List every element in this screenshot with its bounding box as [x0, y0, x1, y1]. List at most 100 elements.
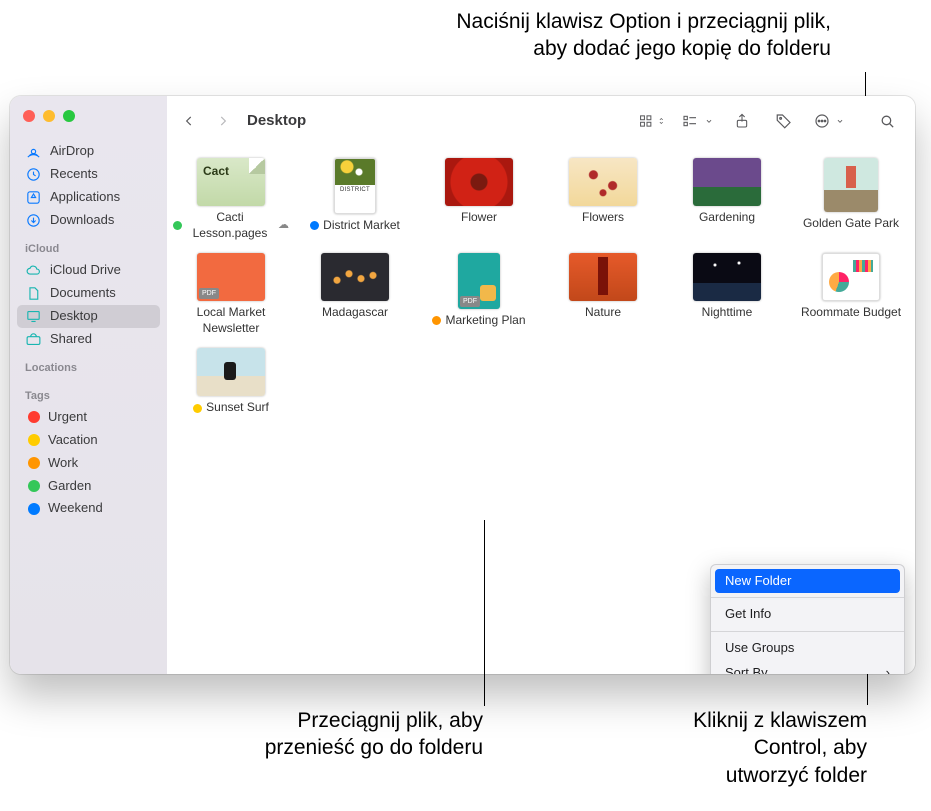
window-title: Desktop: [247, 111, 306, 131]
sidebar-tag-urgent[interactable]: Urgent: [10, 406, 167, 429]
file-name: District Market: [310, 218, 400, 234]
file-thumbnail: [822, 253, 880, 301]
tag-dot-icon: [28, 411, 40, 423]
file-item[interactable]: Flowers: [543, 156, 663, 243]
file-item[interactable]: Gardening: [667, 156, 787, 243]
file-item[interactable]: Nighttime: [667, 251, 787, 338]
file-name: Nighttime: [702, 305, 753, 321]
tag-dot-icon: [28, 434, 40, 446]
sidebar-tag-work[interactable]: Work: [10, 452, 167, 475]
file-name: Roommate Budget: [801, 305, 901, 321]
file-item[interactable]: PDFMarketing Plan: [419, 251, 539, 338]
back-button[interactable]: [175, 108, 203, 134]
sidebar-item-label: Documents: [50, 285, 116, 302]
zoom-button[interactable]: [63, 110, 75, 122]
forward-button[interactable]: [209, 108, 237, 134]
menu-get-info[interactable]: Get Info: [711, 602, 904, 627]
sidebar-item-airdrop[interactable]: AirDrop: [10, 140, 167, 163]
view-icons-button[interactable]: [638, 108, 666, 134]
file-name: Flowers: [582, 210, 624, 226]
cloud-status-icon: ☁︎: [278, 218, 289, 232]
file-name: Gardening: [699, 210, 755, 226]
clock-icon: [25, 166, 42, 183]
file-thumbnail: [197, 158, 265, 206]
menu-use-groups[interactable]: Use Groups: [711, 636, 904, 661]
sidebar-tag-label: Vacation: [48, 432, 98, 449]
airdrop-icon: [25, 143, 42, 160]
sidebar-item-desktop[interactable]: Desktop: [17, 305, 160, 328]
sidebar-tag-label: Weekend: [48, 500, 103, 517]
file-item[interactable]: Sunset Surf: [171, 346, 291, 418]
file-tag-dot: [193, 404, 202, 413]
sidebar-heading-icloud: iCloud: [10, 232, 167, 259]
more-button[interactable]: [812, 108, 845, 134]
file-thumbnail: [693, 158, 761, 206]
file-thumbnail: [197, 348, 265, 396]
file-thumbnail: PDF: [458, 253, 500, 309]
file-name: Local Market Newsletter: [173, 305, 289, 336]
callout-top: Naciśnij klawisz Option i przeciągnij pl…: [456, 8, 831, 63]
file-item[interactable]: Roommate Budget: [791, 251, 911, 338]
minimize-button[interactable]: [43, 110, 55, 122]
file-item[interactable]: Flower: [419, 156, 539, 243]
menu-separator: [711, 631, 904, 632]
file-item[interactable]: District Market: [295, 156, 415, 243]
menu-sort-by[interactable]: Sort By ›: [711, 661, 904, 674]
file-name: Sunset Surf: [193, 400, 269, 416]
sidebar-tag-label: Urgent: [48, 409, 87, 426]
sidebar-item-downloads[interactable]: Downloads: [10, 209, 167, 232]
file-thumbnail: PDF: [197, 253, 265, 301]
sidebar-tag-garden[interactable]: Garden: [10, 475, 167, 498]
file-item[interactable]: Madagascar: [295, 251, 415, 338]
file-name: Golden Gate Park: [803, 216, 899, 232]
file-tag-dot: [173, 221, 182, 230]
tags-button[interactable]: [770, 108, 798, 134]
menu-label: New Folder: [725, 573, 791, 590]
desktop-icon: [25, 308, 42, 325]
sidebar-item-label: AirDrop: [50, 143, 94, 160]
file-area[interactable]: Cacti Lesson.pages ☁︎ District Market Flow…: [167, 146, 915, 674]
sidebar-heading-tags: Tags: [10, 379, 167, 406]
chevron-right-icon: ›: [886, 665, 890, 674]
chevron-down-icon: [704, 113, 714, 129]
sidebar-item-documents[interactable]: Documents: [10, 282, 167, 305]
sidebar-item-recents[interactable]: Recents: [10, 163, 167, 186]
file-thumbnail: [569, 253, 637, 301]
file-item[interactable]: PDF Local Market Newsletter: [171, 251, 291, 338]
group-button[interactable]: [680, 108, 714, 134]
file-item[interactable]: Cacti Lesson.pages ☁︎: [171, 156, 291, 243]
sidebar-tag-vacation[interactable]: Vacation: [10, 429, 167, 452]
file-thumbnail: [334, 158, 376, 214]
file-thumbnail: [321, 253, 389, 301]
toolbar: Desktop: [167, 96, 915, 146]
chevron-updown-icon: [657, 113, 666, 129]
sidebar-item-label: iCloud Drive: [50, 262, 121, 279]
main-pane: Desktop Cacti L: [167, 96, 915, 674]
file-item[interactable]: Nature: [543, 251, 663, 338]
menu-label: Get Info: [725, 606, 771, 623]
sidebar-tag-weekend[interactable]: Weekend: [10, 497, 167, 520]
sidebar-item-applications[interactable]: Applications: [10, 186, 167, 209]
callout-bottom-right: Kliknij z klawiszem Control, aby utworzy…: [617, 707, 867, 789]
apps-icon: [25, 189, 42, 206]
sidebar-item-shared[interactable]: Shared: [10, 328, 167, 351]
file-name: Cacti Lesson.pages ☁︎: [173, 210, 289, 241]
file-name: Nature: [585, 305, 621, 321]
file-tag-dot: [432, 316, 441, 325]
callout-bottom-left: Przeciągnij plik, aby przenieść go do fo…: [193, 707, 483, 762]
file-item[interactable]: Golden Gate Park: [791, 156, 911, 243]
download-icon: [25, 212, 42, 229]
sidebar-item-label: Desktop: [50, 308, 98, 325]
menu-new-folder[interactable]: New Folder: [715, 569, 900, 594]
tag-dot-icon: [28, 457, 40, 469]
callout-line-bl: [484, 520, 485, 706]
sidebar-item-label: Shared: [50, 331, 92, 348]
sidebar-tag-label: Work: [48, 455, 78, 472]
close-button[interactable]: [23, 110, 35, 122]
share-button[interactable]: [728, 108, 756, 134]
sidebar-item-icloud-drive[interactable]: iCloud Drive: [10, 259, 167, 282]
menu-label: Sort By: [725, 665, 768, 674]
tag-dot-icon: [28, 503, 40, 515]
file-thumbnail: [824, 158, 878, 212]
search-button[interactable]: [873, 108, 901, 134]
